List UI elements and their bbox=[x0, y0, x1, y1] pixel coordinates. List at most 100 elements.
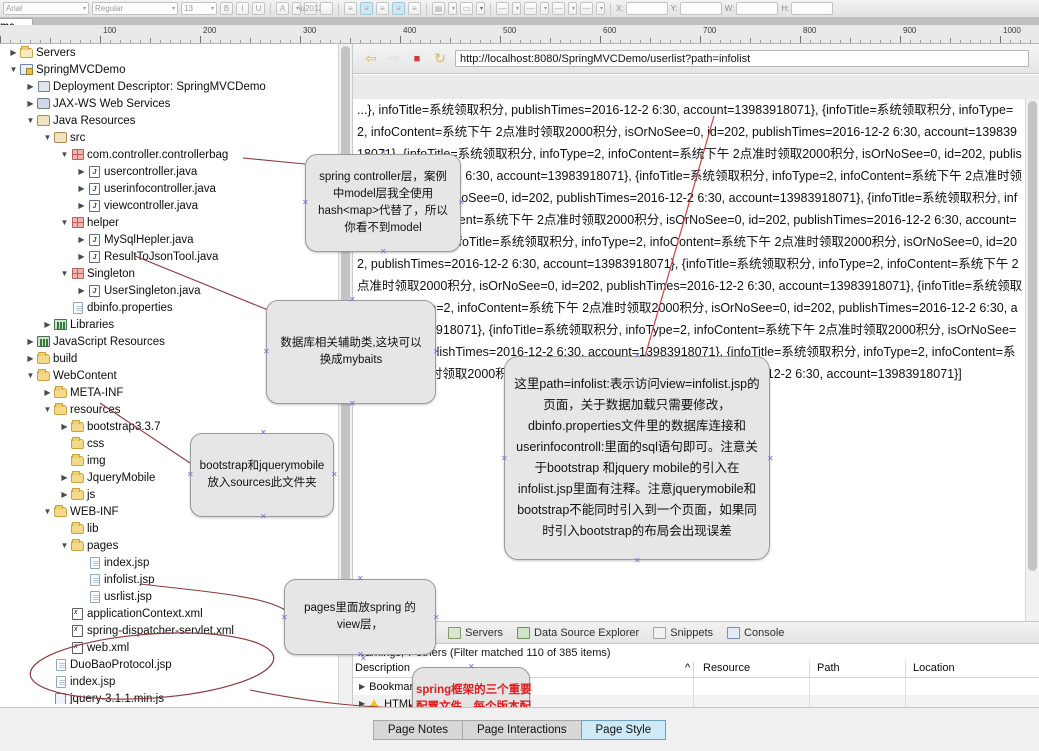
fill-color-dropdown[interactable]: ▾ bbox=[448, 2, 457, 15]
column-header-location[interactable]: Location bbox=[913, 662, 955, 674]
chevron-right-icon[interactable]: ▶ bbox=[25, 354, 36, 363]
line-width-button[interactable]: — bbox=[496, 2, 509, 15]
page-tab-page-interactions[interactable]: Page Interactions bbox=[461, 719, 581, 740]
tree-item-helper[interactable]: ▼ helper bbox=[0, 214, 352, 231]
view-tab-bar[interactable]: PropertiesServersData Source ExplorerSni… bbox=[353, 622, 1039, 644]
chevron-right-icon[interactable]: ▶ bbox=[76, 201, 87, 210]
tree-item-mysqlhepler-java[interactable]: ▶ J MySqlHepler.java bbox=[0, 231, 352, 248]
url-input[interactable]: http://localhost:8080/SpringMVCDemo/user… bbox=[455, 50, 1029, 67]
page-property-tab-bar[interactable]: Page Notes Page Interactions Page Style bbox=[0, 707, 1039, 751]
chevron-right-icon[interactable]: ▶ bbox=[25, 337, 36, 346]
chevron-right-icon[interactable]: ▶ bbox=[42, 320, 53, 329]
tree-item-deployment-descriptor-springmvcdemo[interactable]: ▶ Deployment Descriptor: SpringMVCDemo bbox=[0, 78, 352, 95]
tree-item-viewcontroller-java[interactable]: ▶ Jviewcontroller.java bbox=[0, 197, 352, 214]
chevron-right-icon[interactable]: ▶ bbox=[76, 167, 87, 176]
fill-color-button[interactable]: ▤ bbox=[432, 2, 445, 15]
chevron-right-icon[interactable]: ▶ bbox=[25, 99, 36, 108]
line-color-dropdown[interactable]: ▾ bbox=[476, 2, 485, 15]
line-width-dropdown[interactable]: ▾ bbox=[512, 2, 521, 15]
tree-item-jquery-3-1-1-min-js[interactable]: ▶jquery-3.1.1.min.js bbox=[0, 690, 352, 704]
view-tab-snippets[interactable]: Snippets bbox=[653, 626, 713, 639]
chevron-right-icon[interactable]: ▶ bbox=[59, 490, 70, 499]
indent-decrease-button[interactable]: \u2012 bbox=[298, 2, 323, 15]
chevron-down-icon[interactable]: ▼ bbox=[59, 150, 70, 159]
align-bottom-button[interactable]: ≡ bbox=[408, 2, 421, 15]
chevron-down-icon[interactable]: ▼ bbox=[42, 507, 53, 516]
arrow-start-dropdown[interactable]: ▾ bbox=[568, 2, 577, 15]
callout-path-note[interactable]: 这里path=infolist:表示访问view=infolist.jsp的页面… bbox=[504, 356, 770, 560]
callout-db-helper-note[interactable]: 数据库相关辅助类,这块可以换成mybaits bbox=[266, 300, 436, 404]
text-color-button[interactable]: A bbox=[276, 2, 289, 15]
tree-item-com-controller-controllerbag[interactable]: ▼ com.controller.controllerbag bbox=[0, 146, 352, 163]
annotation-canvas[interactable]: ▶ Servers ▼ SpringMVCDemo ▶ Deployment Descri… bbox=[0, 44, 1039, 751]
tree-item-springmvcdemo[interactable]: ▼ SpringMVCDemo bbox=[0, 61, 352, 78]
column-header-path[interactable]: Path bbox=[817, 662, 840, 674]
browser-scrollbar[interactable] bbox=[1025, 99, 1039, 621]
chevron-right-icon[interactable]: ▶ bbox=[76, 184, 87, 193]
tree-item-index-jsp[interactable]: ▶index.jsp bbox=[0, 554, 352, 571]
page-tab-page-notes[interactable]: Page Notes bbox=[372, 719, 462, 740]
h-input[interactable] bbox=[791, 2, 834, 15]
y-coordinate-field[interactable]: Y: bbox=[671, 2, 722, 15]
back-icon[interactable]: ⇦ bbox=[363, 50, 379, 67]
font-style-select[interactable]: Regular ▾ bbox=[92, 2, 178, 15]
chevron-right-icon[interactable]: ▶ bbox=[59, 473, 70, 482]
tree-item-java-resources[interactable]: ▼ Java Resources bbox=[0, 112, 352, 129]
refresh-icon[interactable]: ↻ bbox=[432, 50, 448, 67]
font-size-select[interactable]: 13 ▾ bbox=[181, 2, 217, 15]
arrow-start-button[interactable]: — bbox=[552, 2, 565, 15]
italic-button[interactable]: I bbox=[236, 2, 249, 15]
tree-item-index-jsp[interactable]: ▶index.jsp bbox=[0, 673, 352, 690]
arrow-end-button[interactable]: — bbox=[580, 2, 593, 15]
column-header-description[interactable]: Description bbox=[355, 662, 410, 674]
chevron-down-icon[interactable]: ▼ bbox=[59, 541, 70, 550]
column-header-resource[interactable]: Resource bbox=[703, 662, 750, 674]
align-left-button[interactable]: ≡ bbox=[344, 2, 357, 15]
chevron-right-icon[interactable]: ▶ bbox=[76, 235, 87, 244]
forward-icon[interactable]: ⇨ bbox=[386, 50, 402, 67]
font-family-select[interactable]: Arial ▾ bbox=[3, 2, 89, 15]
tree-item-servers[interactable]: ▶ Servers bbox=[0, 44, 352, 61]
tree-item-lib[interactable]: ▶lib bbox=[0, 520, 352, 537]
chevron-right-icon[interactable]: ▶ bbox=[359, 682, 365, 691]
tree-item-usercontroller-java[interactable]: ▶ Jusercontroller.java bbox=[0, 163, 352, 180]
line-style-button[interactable]: — bbox=[524, 2, 537, 15]
chevron-down-icon[interactable]: ▼ bbox=[59, 269, 70, 278]
tree-item-jax-ws-web-services[interactable]: ▶ JAX-WS Web Services bbox=[0, 95, 352, 112]
page-tab-page-style[interactable]: Page Style bbox=[580, 719, 667, 740]
callout-resources-note[interactable]: bootstrap和jquerymobile放入sources此文件夹 bbox=[190, 433, 334, 517]
width-field[interactable]: W: bbox=[725, 2, 779, 15]
y-input[interactable] bbox=[679, 2, 722, 15]
chevron-right-icon[interactable]: ▶ bbox=[76, 252, 87, 261]
arrow-end-dropdown[interactable]: ▾ bbox=[596, 2, 605, 15]
x-input[interactable] bbox=[625, 2, 668, 15]
view-tab-data-source-explorer[interactable]: Data Source Explorer bbox=[517, 626, 639, 639]
stop-icon[interactable]: ■ bbox=[409, 51, 425, 67]
w-input[interactable] bbox=[736, 2, 779, 15]
align-center-button[interactable]: ≡ bbox=[360, 2, 373, 15]
x-coordinate-field[interactable]: X: bbox=[616, 2, 668, 15]
height-field[interactable]: H: bbox=[781, 2, 834, 15]
callout-controller-note[interactable]: spring controller层，案例中model层我全使用hash<map… bbox=[305, 154, 461, 252]
tree-item-pages[interactable]: ▼ pages bbox=[0, 537, 352, 554]
chevron-down-icon[interactable]: ▼ bbox=[42, 133, 53, 142]
browser-scrollbar-thumb[interactable] bbox=[1028, 101, 1037, 571]
chevron-right-icon[interactable]: ▶ bbox=[8, 48, 19, 57]
chevron-down-icon[interactable]: ▼ bbox=[25, 116, 36, 125]
tree-item-singleton[interactable]: ▼ Singleton bbox=[0, 265, 352, 282]
tree-item-resulttojsontool-java[interactable]: ▶ J ResultToJsonTool.java bbox=[0, 248, 352, 265]
tree-item-userinfocontroller-java[interactable]: ▶ Juserinfocontroller.java bbox=[0, 180, 352, 197]
tree-item-src[interactable]: ▼ src bbox=[0, 129, 352, 146]
line-color-button[interactable]: ▭ bbox=[460, 2, 473, 15]
bold-button[interactable]: B bbox=[220, 2, 233, 15]
underline-button[interactable]: U bbox=[252, 2, 265, 15]
chevron-down-icon[interactable]: ▼ bbox=[8, 65, 19, 74]
view-tab-servers[interactable]: Servers bbox=[448, 626, 503, 639]
align-middle-button[interactable]: ≡ bbox=[392, 2, 405, 15]
chevron-right-icon[interactable]: ▶ bbox=[76, 286, 87, 295]
callout-pages-note[interactable]: pages里面放spring 的view层， bbox=[284, 579, 436, 655]
indent-increase-button[interactable] bbox=[320, 2, 333, 15]
chevron-right-icon[interactable]: ▶ bbox=[25, 82, 36, 91]
chevron-down-icon[interactable]: ▼ bbox=[59, 218, 70, 227]
tree-item-duobaoprotocol-jsp[interactable]: ▶DuoBaoProtocol.jsp bbox=[0, 656, 352, 673]
